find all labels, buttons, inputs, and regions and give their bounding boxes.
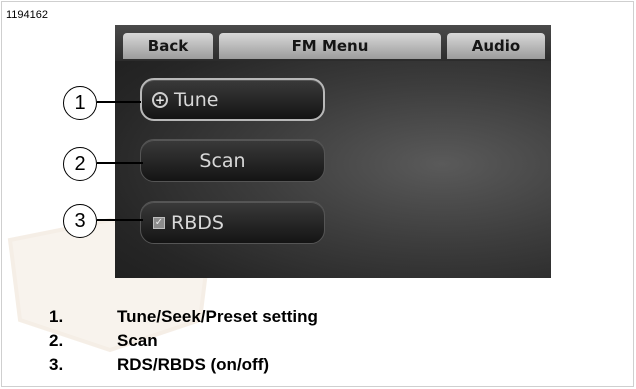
callout-3: 3	[63, 204, 97, 238]
legend-item: 3. RDS/RBDS (on/off)	[49, 355, 318, 379]
back-button[interactable]: Back	[123, 33, 213, 59]
rbds-label: RBDS	[171, 211, 224, 234]
screen-title: FM Menu	[219, 33, 441, 59]
tune-button[interactable]: + Tune	[140, 78, 325, 121]
leader-line-1	[97, 101, 141, 103]
audio-button[interactable]: Audio	[447, 33, 545, 59]
scan-button[interactable]: Scan	[140, 139, 325, 182]
check-icon: ✓	[153, 216, 165, 229]
figure-id: 1194162	[6, 9, 49, 21]
leader-line-3	[97, 219, 143, 221]
legend: 1. Tune/Seek/Preset setting 2. Scan 3. R…	[49, 307, 318, 379]
legend-number: 2.	[49, 331, 64, 350]
legend-number: 1.	[49, 307, 64, 326]
top-bar: Back FM Menu Audio	[115, 25, 551, 61]
rbds-button[interactable]: ✓ RBDS	[140, 201, 325, 244]
tune-icon: +	[152, 91, 168, 108]
callout-2: 2	[63, 147, 97, 181]
leader-line-2	[97, 162, 143, 164]
legend-text: RDS/RBDS (on/off)	[117, 355, 270, 374]
legend-item: 1. Tune/Seek/Preset setting	[49, 307, 318, 331]
scan-label: Scan	[199, 149, 246, 172]
legend-text: Tune/Seek/Preset setting	[117, 307, 318, 326]
tune-label: Tune	[174, 88, 219, 111]
callout-1: 1	[63, 86, 97, 120]
legend-item: 2. Scan	[49, 331, 318, 355]
legend-text: Scan	[117, 331, 158, 350]
fm-menu-screen: Back FM Menu Audio + Tune Scan ✓ RBDS	[115, 25, 551, 278]
legend-number: 3.	[49, 355, 64, 374]
